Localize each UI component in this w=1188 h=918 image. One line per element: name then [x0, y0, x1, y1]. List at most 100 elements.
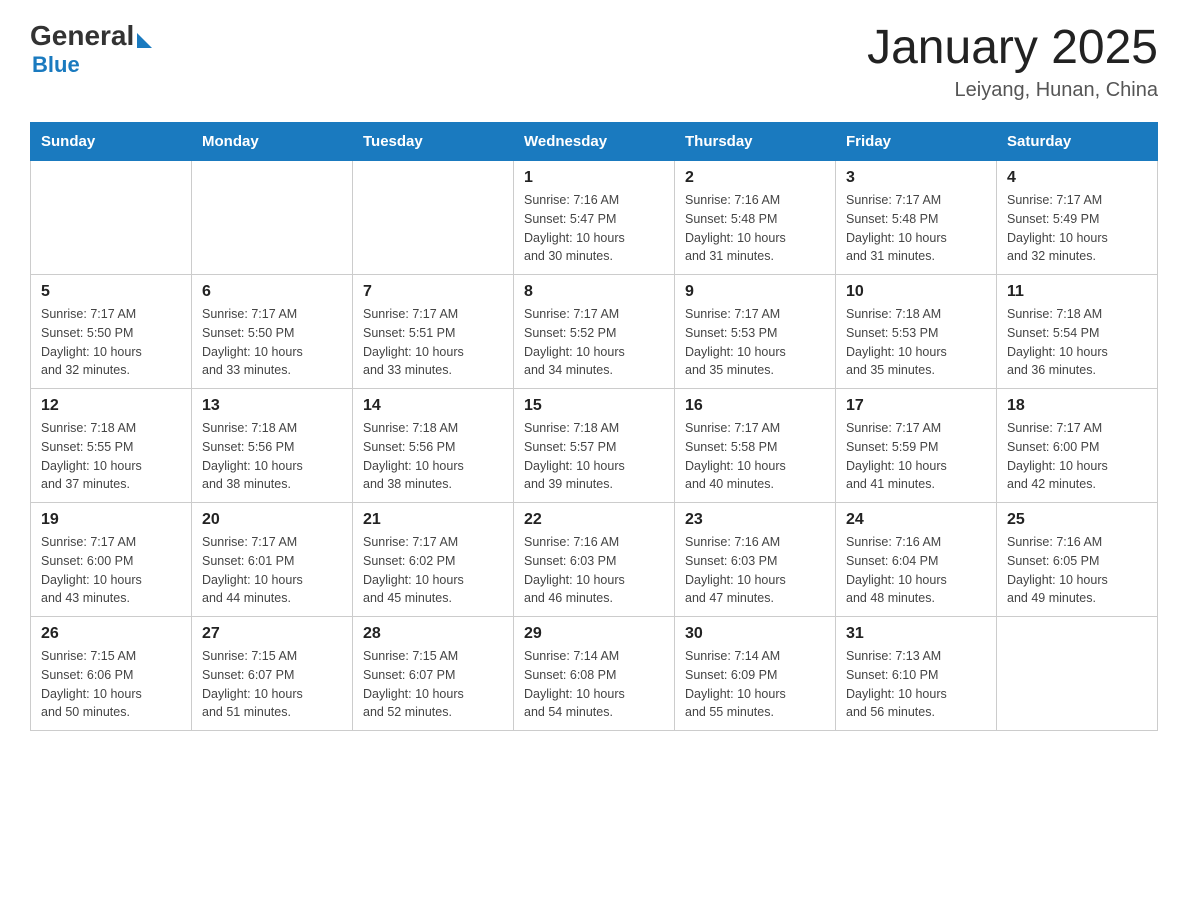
day-header-wednesday: Wednesday — [514, 123, 675, 161]
calendar-cell: 23 Sunrise: 7:16 AM Sunset: 6:03 PM Dayli… — [675, 503, 836, 617]
day-info: Sunrise: 7:17 AM Sunset: 5:58 PM Dayligh… — [685, 419, 825, 494]
calendar-cell: 8 Sunrise: 7:17 AM Sunset: 5:52 PM Daylig… — [514, 275, 675, 389]
day-info: Sunrise: 7:16 AM Sunset: 6:03 PM Dayligh… — [685, 533, 825, 608]
calendar-cell: 31 Sunrise: 7:13 AM Sunset: 6:10 PM Dayli… — [836, 617, 997, 731]
calendar-cell: 4 Sunrise: 7:17 AM Sunset: 5:49 PM Daylig… — [997, 161, 1158, 275]
calendar-cell — [31, 161, 192, 275]
day-number: 8 — [524, 283, 664, 301]
calendar-cell: 5Sunrise: 7:17 AM Sunset: 5:50 PM Daylig… — [31, 275, 192, 389]
calendar-cell: 28Sunrise: 7:15 AM Sunset: 6:07 PM Dayli… — [353, 617, 514, 731]
calendar-cell: 1Sunrise: 7:16 AM Sunset: 5:47 PM Daylig… — [514, 161, 675, 275]
calendar-cell: 9Sunrise: 7:17 AM Sunset: 5:53 PM Daylig… — [675, 275, 836, 389]
day-number: 13 — [202, 397, 342, 415]
day-info: Sunrise: 7:17 AM Sunset: 5:48 PM Dayligh… — [846, 191, 986, 266]
day-number: 30 — [685, 625, 825, 643]
calendar-cell: 19 Sunrise: 7:17 AM Sunset: 6:00 PM Dayli… — [31, 503, 192, 617]
day-header-saturday: Saturday — [997, 123, 1158, 161]
calendar-cell: 2 Sunrise: 7:16 AM Sunset: 5:48 PM Daylig… — [675, 161, 836, 275]
day-info: Sunrise: 7:17 AM Sunset: 5:49 PM Dayligh… — [1007, 191, 1147, 266]
day-info: Sunrise: 7:13 AM Sunset: 6:10 PM Dayligh… — [846, 647, 986, 722]
calendar-cell: 16 Sunrise: 7:17 AM Sunset: 5:58 PM Dayli… — [675, 389, 836, 503]
day-number: 20 — [202, 511, 342, 529]
day-info: Sunrise: 7:17 AM Sunset: 5:59 PM Dayligh… — [846, 419, 986, 494]
day-number: 5 — [41, 283, 181, 301]
day-info: Sunrise: 7:15 AM Sunset: 6:07 PM Dayligh… — [202, 647, 342, 722]
calendar-table: SundayMondayTuesdayWednesdayThursdayFrid… — [30, 122, 1158, 731]
calendar-cell: 6 Sunrise: 7:17 AM Sunset: 5:50 PM Daylig… — [192, 275, 353, 389]
week-row-3: 12 Sunrise: 7:18 AM Sunset: 5:55 PM Dayli… — [31, 389, 1158, 503]
day-number: 21 — [363, 511, 503, 529]
calendar-cell: 18 Sunrise: 7:17 AM Sunset: 6:00 PM Dayli… — [997, 389, 1158, 503]
logo-blue-text: Blue — [32, 52, 80, 78]
day-info: Sunrise: 7:17 AM Sunset: 6:02 PM Dayligh… — [363, 533, 503, 608]
day-number: 16 — [685, 397, 825, 415]
day-number: 3 — [846, 169, 986, 187]
day-info: Sunrise: 7:17 AM Sunset: 6:01 PM Dayligh… — [202, 533, 342, 608]
day-info: Sunrise: 7:14 AM Sunset: 6:09 PM Dayligh… — [685, 647, 825, 722]
day-number: 25 — [1007, 511, 1147, 529]
day-number: 2 — [685, 169, 825, 187]
calendar-cell: 11 Sunrise: 7:18 AM Sunset: 5:54 PM Dayli… — [997, 275, 1158, 389]
day-info: Sunrise: 7:17 AM Sunset: 6:00 PM Dayligh… — [1007, 419, 1147, 494]
day-header-sunday: Sunday — [31, 123, 192, 161]
day-number: 1 — [524, 169, 664, 187]
calendar-cell — [192, 161, 353, 275]
day-number: 19 — [41, 511, 181, 529]
day-info: Sunrise: 7:17 AM Sunset: 6:00 PM Dayligh… — [41, 533, 181, 608]
day-number: 23 — [685, 511, 825, 529]
day-info: Sunrise: 7:14 AM Sunset: 6:08 PM Dayligh… — [524, 647, 664, 722]
day-info: Sunrise: 7:15 AM Sunset: 6:07 PM Dayligh… — [363, 647, 503, 722]
day-info: Sunrise: 7:18 AM Sunset: 5:56 PM Dayligh… — [202, 419, 342, 494]
logo: General Blue — [30, 20, 152, 78]
week-row-5: 26 Sunrise: 7:15 AM Sunset: 6:06 PM Dayli… — [31, 617, 1158, 731]
calendar-header-row: SundayMondayTuesdayWednesdayThursdayFrid… — [31, 123, 1158, 161]
day-number: 4 — [1007, 169, 1147, 187]
day-info: Sunrise: 7:18 AM Sunset: 5:55 PM Dayligh… — [41, 419, 181, 494]
day-info: Sunrise: 7:16 AM Sunset: 6:03 PM Dayligh… — [524, 533, 664, 608]
calendar-cell: 12 Sunrise: 7:18 AM Sunset: 5:55 PM Dayli… — [31, 389, 192, 503]
page-header: General Blue January 2025 Leiyang, Hunan… — [30, 20, 1158, 102]
calendar-cell: 10Sunrise: 7:18 AM Sunset: 5:53 PM Dayli… — [836, 275, 997, 389]
day-number: 27 — [202, 625, 342, 643]
day-info: Sunrise: 7:16 AM Sunset: 5:48 PM Dayligh… — [685, 191, 825, 266]
calendar-cell: 25 Sunrise: 7:16 AM Sunset: 6:05 PM Dayli… — [997, 503, 1158, 617]
day-header-thursday: Thursday — [675, 123, 836, 161]
day-number: 18 — [1007, 397, 1147, 415]
day-number: 6 — [202, 283, 342, 301]
day-number: 12 — [41, 397, 181, 415]
day-info: Sunrise: 7:16 AM Sunset: 6:05 PM Dayligh… — [1007, 533, 1147, 608]
day-number: 31 — [846, 625, 986, 643]
title-block: January 2025 Leiyang, Hunan, China — [867, 20, 1158, 102]
day-number: 9 — [685, 283, 825, 301]
day-info: Sunrise: 7:18 AM Sunset: 5:57 PM Dayligh… — [524, 419, 664, 494]
calendar-cell: 24Sunrise: 7:16 AM Sunset: 6:04 PM Dayli… — [836, 503, 997, 617]
day-header-tuesday: Tuesday — [353, 123, 514, 161]
day-number: 26 — [41, 625, 181, 643]
day-info: Sunrise: 7:17 AM Sunset: 5:50 PM Dayligh… — [202, 305, 342, 380]
day-number: 14 — [363, 397, 503, 415]
day-info: Sunrise: 7:18 AM Sunset: 5:54 PM Dayligh… — [1007, 305, 1147, 380]
week-row-4: 19 Sunrise: 7:17 AM Sunset: 6:00 PM Dayli… — [31, 503, 1158, 617]
day-info: Sunrise: 7:17 AM Sunset: 5:51 PM Dayligh… — [363, 305, 503, 380]
day-info: Sunrise: 7:17 AM Sunset: 5:52 PM Dayligh… — [524, 305, 664, 380]
calendar-cell: 21 Sunrise: 7:17 AM Sunset: 6:02 PM Dayli… — [353, 503, 514, 617]
logo-triangle-icon — [137, 33, 152, 48]
day-number: 24 — [846, 511, 986, 529]
calendar-cell: 22 Sunrise: 7:16 AM Sunset: 6:03 PM Dayli… — [514, 503, 675, 617]
calendar-cell: 27 Sunrise: 7:15 AM Sunset: 6:07 PM Dayli… — [192, 617, 353, 731]
day-info: Sunrise: 7:15 AM Sunset: 6:06 PM Dayligh… — [41, 647, 181, 722]
day-info: Sunrise: 7:18 AM Sunset: 5:56 PM Dayligh… — [363, 419, 503, 494]
calendar-cell: 29 Sunrise: 7:14 AM Sunset: 6:08 PM Dayli… — [514, 617, 675, 731]
calendar-cell: 26 Sunrise: 7:15 AM Sunset: 6:06 PM Dayli… — [31, 617, 192, 731]
day-number: 22 — [524, 511, 664, 529]
calendar-cell: 15 Sunrise: 7:18 AM Sunset: 5:57 PM Dayli… — [514, 389, 675, 503]
week-row-2: 5 Sunrise: 7:17 AM Sunset: 5:50 PM Daylig… — [31, 275, 1158, 389]
day-number: 11 — [1007, 283, 1147, 301]
day-number: 15 — [524, 397, 664, 415]
calendar-cell: 13 Sunrise: 7:18 AM Sunset: 5:56 PM Dayli… — [192, 389, 353, 503]
calendar-cell: 17Sunrise: 7:17 AM Sunset: 5:59 PM Dayli… — [836, 389, 997, 503]
logo-general-text: General — [30, 20, 134, 52]
day-number: 29 — [524, 625, 664, 643]
month-title: January 2025 — [867, 20, 1158, 75]
day-info: Sunrise: 7:18 AM Sunset: 5:53 PM Dayligh… — [846, 305, 986, 380]
